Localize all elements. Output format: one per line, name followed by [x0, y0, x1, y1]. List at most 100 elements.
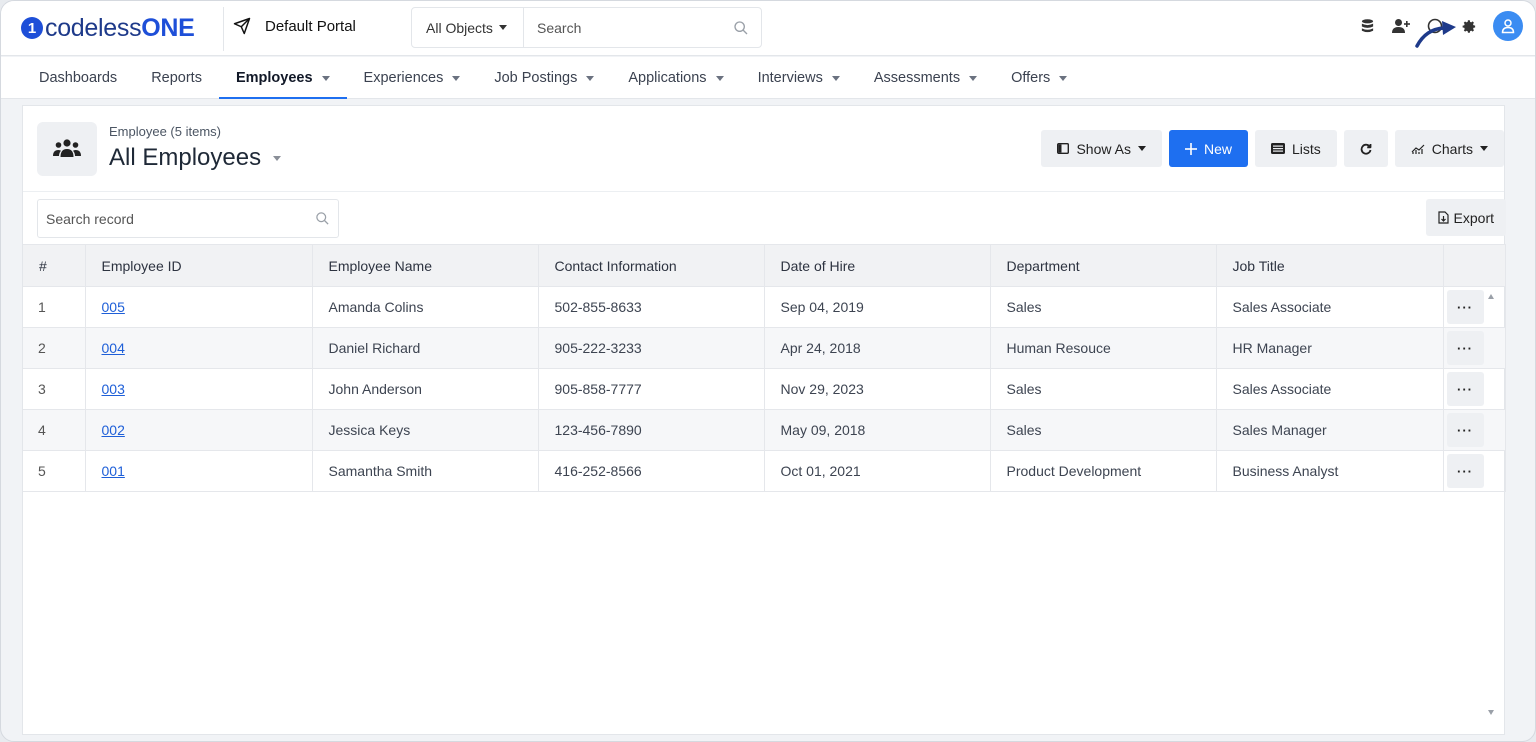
refresh-button[interactable] [1343, 130, 1388, 167]
paper-plane-icon [233, 17, 251, 35]
charts-button[interactable]: Charts [1394, 130, 1504, 167]
nav-experiences[interactable]: Experiences [347, 57, 478, 99]
employee-id-link[interactable]: 004 [84, 327, 313, 369]
chevron-down-icon [273, 155, 282, 161]
chart-icon [1411, 144, 1425, 154]
more-actions-button[interactable]: ··· [1446, 331, 1484, 365]
column-header-job-title[interactable]: Job Title [1215, 244, 1444, 287]
employee-name: Samantha Smith [311, 450, 539, 492]
table-row[interactable]: 5 001 Samantha Smith 416-252-8566 Oct 01… [23, 450, 1506, 492]
chevron-down-icon [969, 75, 978, 81]
show-as-button[interactable]: Show As [1041, 130, 1162, 167]
column-header-contact[interactable]: Contact Information [537, 244, 765, 287]
user-avatar-icon[interactable] [1493, 11, 1523, 41]
nav-employees[interactable]: Employees [218, 57, 347, 99]
list-icon [1270, 143, 1285, 154]
chevron-down-icon [715, 75, 724, 81]
nav-interviews[interactable]: Interviews [741, 57, 857, 99]
column-header-employee-name[interactable]: Employee Name [311, 244, 539, 287]
department: Sales [989, 286, 1217, 328]
table-row[interactable]: 1 005 Amanda Colins 502-855-8633 Sep 04,… [23, 286, 1506, 328]
chevron-down-icon [1137, 146, 1146, 151]
lists-button[interactable]: Lists [1254, 130, 1337, 167]
header-divider [223, 7, 224, 51]
nav-dashboards[interactable]: Dashboards [22, 57, 134, 99]
chevron-down-icon [1059, 75, 1068, 81]
department: Sales [989, 368, 1217, 410]
job-title: Sales Associate [1215, 368, 1444, 410]
table-header-row: # Employee ID Employee Name Contact Info… [23, 244, 1506, 287]
department: Sales [989, 409, 1217, 451]
page-title: All Employees [109, 144, 262, 171]
column-header-employee-id[interactable]: Employee ID [84, 244, 313, 287]
nav-offers[interactable]: Offers [994, 57, 1084, 99]
table-row[interactable]: 2 004 Daniel Richard 905-222-3233 Apr 24… [23, 327, 1506, 369]
table-row[interactable]: 3 003 John Anderson 905-858-7777 Nov 29,… [23, 368, 1506, 410]
row-number: 2 [23, 327, 86, 369]
gear-icon[interactable] [1459, 16, 1479, 36]
contact-info: 502-855-8633 [537, 286, 765, 328]
more-actions-button[interactable]: ··· [1446, 413, 1484, 447]
nav-job-postings[interactable]: Job Postings [477, 57, 611, 99]
row-number: 5 [23, 450, 86, 492]
scroll-down-icon[interactable] [1488, 710, 1494, 715]
row-number: 4 [23, 409, 86, 451]
add-user-icon[interactable] [1391, 16, 1411, 36]
logo-mark-icon: 1 [21, 17, 43, 39]
contact-info: 416-252-8566 [537, 450, 765, 492]
department: Human Resouce [989, 327, 1217, 369]
date-of-hire: Apr 24, 2018 [763, 327, 991, 369]
more-actions-button[interactable]: ··· [1446, 290, 1484, 324]
chevron-down-icon [452, 75, 461, 81]
more-actions-button[interactable]: ··· [1446, 454, 1484, 488]
new-record-button[interactable]: New [1168, 130, 1248, 167]
layout-icon [1057, 143, 1070, 154]
list-toolbar: Show As New Lists Charts [1041, 130, 1504, 167]
global-search: All Objects Search [411, 7, 762, 48]
column-header-number[interactable]: # [23, 244, 86, 287]
search-record-input[interactable]: Search record [37, 199, 339, 238]
portal-switcher[interactable]: Default Portal [233, 17, 356, 35]
logo[interactable]: 1 codelessONE [21, 14, 195, 42]
contact-info: 905-858-7777 [537, 368, 765, 410]
date-of-hire: Sep 04, 2019 [763, 286, 991, 328]
column-header-date-of-hire[interactable]: Date of Hire [763, 244, 991, 287]
export-button[interactable]: Export [1425, 199, 1506, 236]
users-group-icon [37, 122, 97, 176]
employee-id-link[interactable]: 002 [84, 409, 313, 451]
chevron-down-icon [586, 75, 595, 81]
contact-info: 905-222-3233 [537, 327, 765, 369]
database-icon[interactable] [1357, 16, 1377, 36]
search-input[interactable]: Search [524, 20, 733, 36]
row-number: 3 [23, 368, 86, 410]
chevron-down-icon [831, 75, 840, 81]
employee-id-link[interactable]: 005 [84, 286, 313, 328]
chevron-down-icon [321, 75, 330, 81]
more-actions-button[interactable]: ··· [1446, 372, 1484, 406]
pointer-arrow-icon [1415, 21, 1456, 48]
nav-reports[interactable]: Reports [134, 57, 219, 99]
object-select[interactable]: All Objects [412, 8, 524, 47]
logo-text: codelessONE [45, 13, 195, 42]
table-row[interactable]: 4 002 Jessica Keys 123-456-7890 May 09, … [23, 409, 1506, 451]
scroll-up-icon[interactable] [1488, 294, 1494, 299]
nav-applications[interactable]: Applications [611, 57, 740, 99]
search-icon[interactable] [733, 20, 749, 36]
row-number: 1 [23, 286, 86, 328]
list-view-card: Employee (5 items) All Employees Show As… [22, 105, 1506, 735]
list-view-selector[interactable]: All Employees [109, 144, 282, 172]
nav-assessments[interactable]: Assessments [857, 57, 994, 99]
employee-name: John Anderson [311, 368, 539, 410]
record-search-row: Search record Export [23, 193, 1506, 245]
contact-info: 123-456-7890 [537, 409, 765, 451]
list-header: Employee (5 items) All Employees Show As… [23, 106, 1504, 192]
list-subtitle: Employee (5 items) [109, 124, 221, 139]
employee-name: Amanda Colins [311, 286, 539, 328]
employee-id-link[interactable]: 001 [84, 450, 313, 492]
row-actions-cell: ··· [1442, 286, 1506, 328]
column-header-department[interactable]: Department [989, 244, 1217, 287]
file-export-icon [1437, 211, 1449, 224]
employee-id-link[interactable]: 003 [84, 368, 313, 410]
employee-name: Jessica Keys [311, 409, 539, 451]
chevron-down-icon [1480, 146, 1488, 151]
